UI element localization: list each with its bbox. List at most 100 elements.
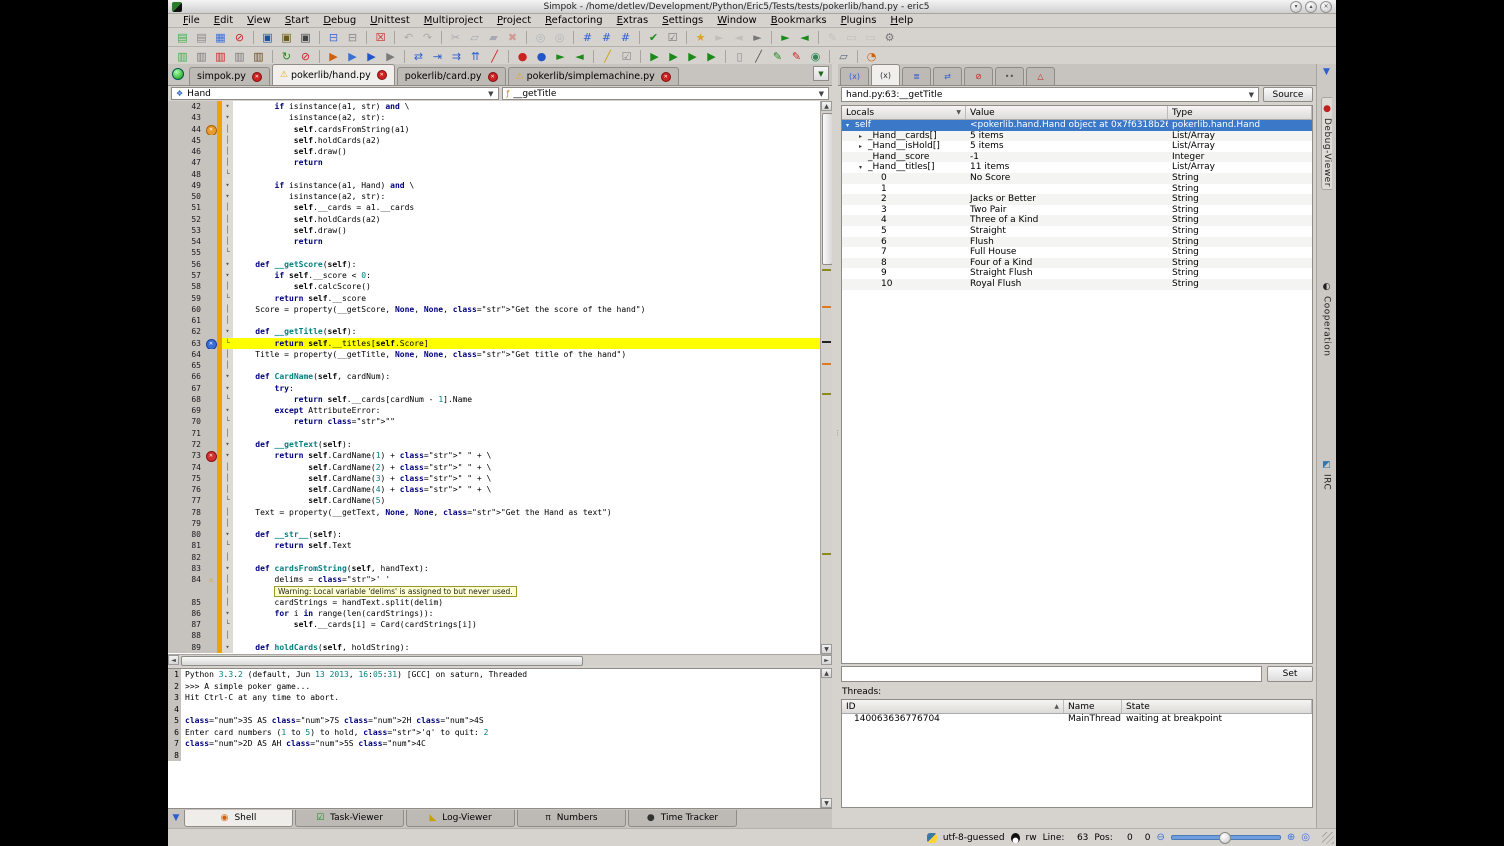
line-number[interactable]: 45	[168, 135, 205, 146]
expander-icon[interactable]: ▸	[859, 132, 868, 142]
marker-gutter[interactable]	[205, 484, 217, 495]
fold-gutter[interactable]: │	[222, 202, 233, 213]
marker-gutter[interactable]	[205, 371, 217, 382]
window-arrange-icon[interactable]: ▱	[835, 49, 852, 64]
marker-gutter[interactable]	[205, 112, 217, 123]
sidebar-tab-debug-viewer[interactable]: ●Debug-Viewer	[1321, 97, 1332, 190]
line-number[interactable]: 87	[168, 619, 205, 630]
marker-gutter[interactable]	[205, 146, 217, 157]
line-number[interactable]: 50	[168, 191, 205, 202]
fold-gutter[interactable]: │	[222, 360, 233, 371]
fold-gutter[interactable]: │	[222, 473, 233, 484]
marker-gutter[interactable]	[205, 101, 217, 112]
marker-gutter[interactable]: ✕	[205, 338, 217, 349]
marker-gutter[interactable]	[205, 619, 217, 630]
fold-gutter[interactable]: │	[222, 146, 233, 157]
fold-gutter[interactable]: └	[222, 169, 233, 180]
marker-gutter[interactable]	[205, 383, 217, 394]
line-number[interactable]: 54	[168, 236, 205, 247]
goto-next-change-icon[interactable]: ►	[777, 30, 794, 45]
preferences-gear-icon[interactable]: ⚙	[881, 30, 898, 45]
marker-gutter[interactable]	[205, 304, 217, 315]
fold-gutter[interactable]: │	[222, 484, 233, 495]
bookmark-toggle-icon[interactable]: ★	[692, 30, 709, 45]
scroll-up-arrow[interactable]: ▲	[821, 668, 832, 678]
abort-icon[interactable]: ●	[533, 49, 550, 64]
line-number[interactable]: 71	[168, 428, 205, 439]
column-header-state[interactable]: State	[1122, 700, 1312, 713]
fold-gutter[interactable]: └	[222, 619, 233, 630]
paste-icon[interactable]: ▰	[485, 30, 502, 45]
edit-pencil-icon[interactable]: ✎	[824, 30, 841, 45]
marker-gutter[interactable]	[205, 281, 217, 292]
filter-funnel-icon[interactable]: ▼	[168, 810, 184, 826]
run-project-icon[interactable]: ▶	[344, 49, 361, 64]
marker-gutter[interactable]	[205, 293, 217, 304]
scroll-down-arrow[interactable]: ▼	[821, 798, 832, 808]
marker-gutter[interactable]	[205, 630, 217, 641]
fold-gutter[interactable]: │	[222, 214, 233, 225]
editor-vertical-scrollbar[interactable]: ▲ ▼	[820, 101, 832, 654]
marker-gutter[interactable]	[205, 428, 217, 439]
menu-bookmarks[interactable]: Bookmarks	[764, 15, 834, 26]
fold-gutter[interactable]: ▾	[222, 642, 233, 653]
menu-multiproject[interactable]: Multiproject	[417, 15, 490, 26]
marker-gutter[interactable]	[205, 157, 217, 168]
variables-viewer-icon[interactable]: ▶	[646, 49, 663, 64]
locals-row[interactable]: 8Four of a KindString	[842, 258, 1312, 269]
code-area[interactable]: 42▾ if isinstance(a1, str) and \43▾ isin…	[168, 101, 820, 654]
sidebar-tab-cooperation[interactable]: ◐Cooperation	[1322, 278, 1332, 357]
spell-check-icon[interactable]: ✔	[645, 30, 662, 45]
fold-gutter[interactable]: ▾	[222, 450, 233, 461]
tab-pokerlib-hand-py[interactable]: ⚠pokerlib/hand.py✕	[272, 64, 395, 85]
line-number[interactable]: 44	[168, 124, 205, 135]
menu-help[interactable]: Help	[883, 15, 920, 26]
fold-gutter[interactable]: ▾	[222, 191, 233, 202]
marker-gutter[interactable]	[205, 394, 217, 405]
bottom-tab-task-viewer[interactable]: ☑Task-Viewer	[295, 810, 404, 827]
shell-vertical-scrollbar[interactable]: ▲ ▼	[820, 668, 832, 808]
save-as-icon[interactable]: ▣	[278, 30, 295, 45]
expander-icon[interactable]: ▾	[846, 121, 855, 131]
line-number[interactable]: 67	[168, 383, 205, 394]
tab-pokerlib-card-py[interactable]: pokerlib/card.py✕	[397, 67, 506, 85]
scroll-left-arrow[interactable]: ◄	[168, 655, 179, 665]
step-icon[interactable]: ⇥	[429, 49, 446, 64]
line-number[interactable]: 80	[168, 529, 205, 540]
marker-gutter[interactable]	[205, 202, 217, 213]
auto-spell-icon[interactable]: ☑	[664, 30, 681, 45]
fold-gutter[interactable]: ▾	[222, 180, 233, 191]
marker-gutter[interactable]	[205, 462, 217, 473]
stop-icon[interactable]: ⊘	[297, 49, 314, 64]
menu-file[interactable]: File	[176, 15, 207, 26]
marker-gutter[interactable]	[205, 518, 217, 529]
redo-icon[interactable]: ↷	[419, 30, 436, 45]
fold-gutter[interactable]: │	[222, 552, 233, 563]
line-number[interactable]: 72	[168, 439, 205, 450]
minimize-button[interactable]: ▾	[1290, 1, 1302, 13]
filter-funnel-icon[interactable]: ▼	[1323, 67, 1330, 77]
marker-gutter[interactable]	[205, 416, 217, 427]
bookmark-clear-icon[interactable]: ►	[749, 30, 766, 45]
search-files-icon[interactable]: ◎	[551, 30, 568, 45]
line-number[interactable]: 78	[168, 507, 205, 518]
close-button[interactable]: ✕	[1320, 1, 1332, 13]
column-header-id[interactable]: ID▲	[842, 700, 1064, 713]
goto-brace-icon[interactable]: #	[598, 30, 615, 45]
marker-gutter[interactable]	[205, 552, 217, 563]
tab-list-button[interactable]: ▼	[813, 66, 829, 81]
menu-extras[interactable]: Extras	[610, 15, 656, 26]
fold-gutter[interactable]: ▾	[222, 405, 233, 416]
help-context-icon[interactable]: ◔	[863, 49, 880, 64]
locals-row[interactable]: ▸_Hand__isHold[]5 itemsList/Array	[842, 141, 1312, 152]
marker-gutter[interactable]: ✕	[205, 450, 217, 461]
step-over-icon[interactable]: ⇉	[448, 49, 465, 64]
debug-tab-call-trace[interactable]: ⇄	[933, 67, 962, 85]
fold-gutter[interactable]: ▾	[222, 371, 233, 382]
menu-project[interactable]: Project	[490, 15, 538, 26]
fold-gutter[interactable]: ▾	[222, 608, 233, 619]
fold-gutter[interactable]: │	[222, 157, 233, 168]
fold-gutter[interactable]: └	[222, 247, 233, 258]
scroll-down-arrow[interactable]: ▼	[821, 644, 832, 654]
step-out-icon[interactable]: ⇈	[467, 49, 484, 64]
